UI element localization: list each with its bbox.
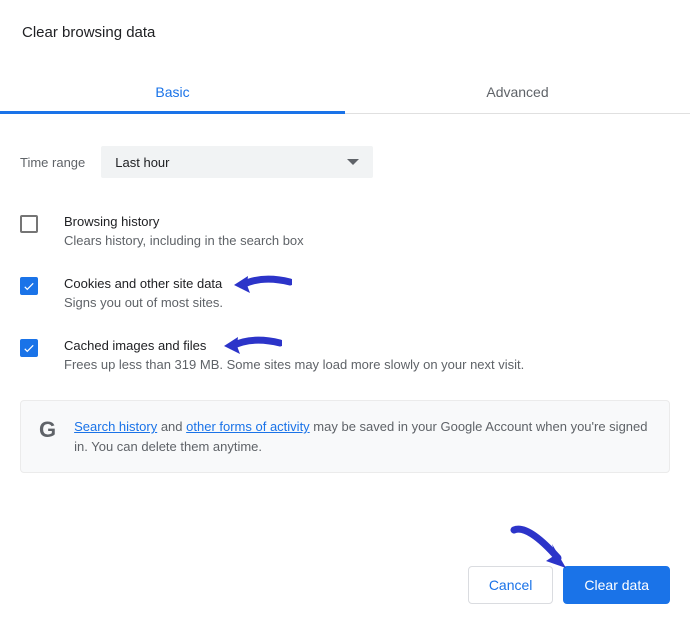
clear-data-button[interactable]: Clear data: [563, 566, 670, 604]
checkbox-cache[interactable]: [20, 339, 38, 357]
option-cookies: Cookies and other site data Signs you ou…: [20, 276, 670, 310]
time-range-value: Last hour: [115, 155, 169, 170]
tabs: Basic Advanced: [0, 72, 690, 114]
time-range-row: Time range Last hour: [20, 146, 670, 178]
info-text-seg: and: [157, 419, 186, 434]
chevron-down-icon: [347, 159, 359, 165]
checkbox-cookies[interactable]: [20, 277, 38, 295]
option-cache: Cached images and files Frees up less th…: [20, 338, 670, 372]
option-desc: Clears history, including in the search …: [64, 233, 304, 248]
link-other-activity[interactable]: other forms of activity: [186, 419, 310, 434]
link-search-history[interactable]: Search history: [74, 419, 157, 434]
info-text: Search history and other forms of activi…: [74, 417, 651, 456]
option-title: Cached images and files: [64, 338, 524, 353]
option-browsing-history: Browsing history Clears history, includi…: [20, 214, 670, 248]
cancel-button[interactable]: Cancel: [468, 566, 554, 604]
option-desc: Frees up less than 319 MB. Some sites ma…: [64, 357, 524, 372]
option-desc: Signs you out of most sites.: [64, 295, 223, 310]
time-range-select[interactable]: Last hour: [101, 146, 373, 178]
checkbox-browsing-history[interactable]: [20, 215, 38, 233]
time-range-label: Time range: [20, 155, 85, 170]
tab-advanced[interactable]: Advanced: [345, 72, 690, 113]
option-title: Cookies and other site data: [64, 276, 223, 291]
google-account-info: G Search history and other forms of acti…: [20, 400, 670, 473]
dialog-actions: Cancel Clear data: [468, 566, 670, 604]
google-logo-icon: G: [39, 419, 56, 441]
dialog-title: Clear browsing data: [0, 0, 690, 41]
option-title: Browsing history: [64, 214, 304, 229]
tab-basic[interactable]: Basic: [0, 72, 345, 113]
